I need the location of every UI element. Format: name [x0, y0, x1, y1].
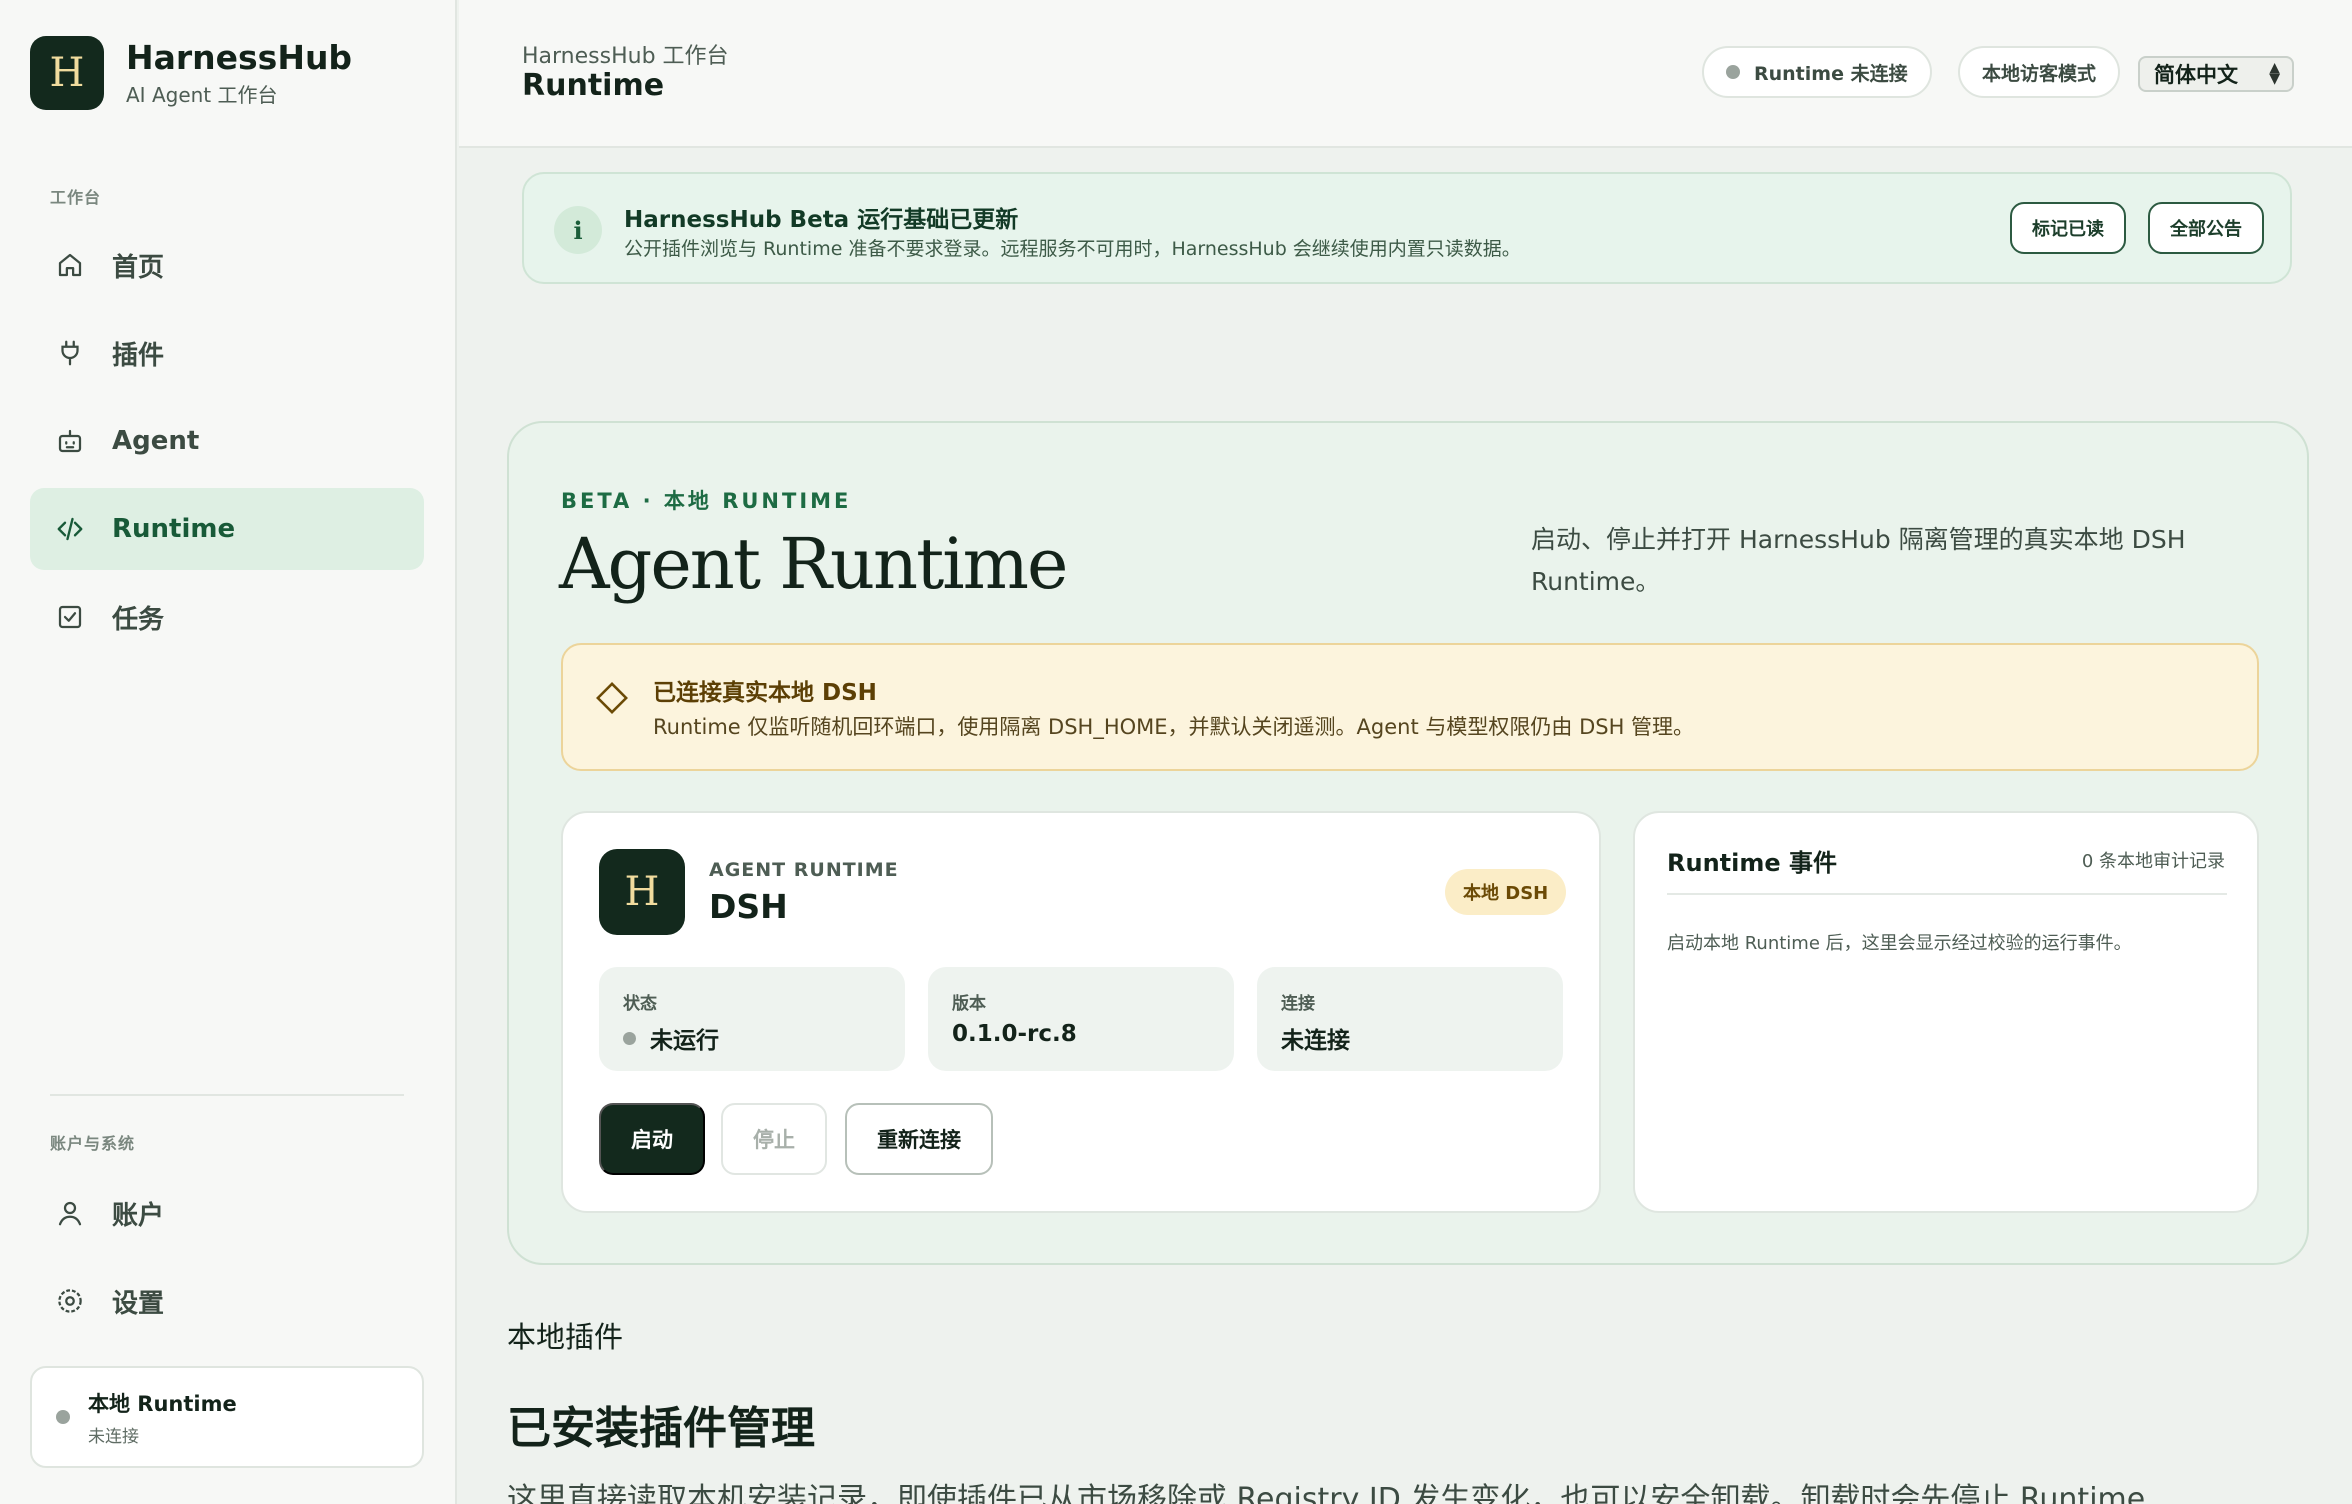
banner-title: HarnessHub Beta 运行基础已更新: [624, 207, 1019, 233]
sidebar-item-label: 设置: [112, 1288, 165, 1319]
plugins-eyebrow: 本地插件: [507, 1320, 624, 1354]
sidebar-item-home[interactable]: 首页: [30, 224, 424, 306]
runtime-title: Agent Runtime: [559, 523, 1068, 605]
brand[interactable]: H HarnessHub AI Agent 工作台: [30, 36, 352, 110]
section-label-workspace: 工作台: [50, 188, 102, 207]
notice-title: 已连接真实本地 DSH: [653, 680, 877, 706]
sidebar-item-runtime[interactable]: Runtime: [30, 488, 424, 570]
robot-icon: [54, 425, 86, 457]
language-value: 简体中文: [2154, 63, 2238, 87]
stat-version: 版本 0.1.0-rc.8: [928, 967, 1234, 1071]
stat-connection: 连接 未连接: [1257, 967, 1563, 1071]
plugins-body-text: 这里直接读取本机安装记录，即使插件已从市场移除或 Registry ID 发生变…: [507, 1482, 2146, 1504]
stat-label: 连接: [1281, 994, 1315, 1014]
plug-icon: [54, 337, 86, 369]
home-icon: [54, 249, 86, 281]
sidebar-item-label: 首页: [112, 252, 165, 283]
top-bar: HarnessHub 工作台 Runtime Runtime 未连接 本地访客模…: [459, 0, 2352, 148]
runtime-eyebrow: BETA · 本地 RUNTIME: [561, 489, 852, 513]
sidebar-item-label: 任务: [112, 604, 165, 635]
sidebar-item-label: Runtime: [112, 514, 236, 544]
all-notices-button[interactable]: 全部公告: [2148, 202, 2264, 254]
stat-value: 未连接: [1281, 1028, 1350, 1054]
runtime-panel: BETA · 本地 RUNTIME Agent Runtime 启动、停止并打开…: [507, 421, 2309, 1265]
plugins-title: 已安装插件管理: [507, 1403, 815, 1454]
sidebar-account-nav: 账户 设置: [30, 1172, 424, 1348]
sidebar-item-account[interactable]: 账户: [30, 1172, 424, 1254]
stat-value: 未运行: [650, 1028, 719, 1054]
stat-value: 0.1.0-rc.8: [952, 1021, 1077, 1047]
notice-body: Runtime 仅监听随机回环端口，使用隔离 DSH_HOME，并默认关闭遥测。…: [653, 715, 1695, 739]
guest-mode-label: 本地访客模式: [1982, 62, 2097, 85]
events-count: 0 条本地审计记录: [2081, 851, 2225, 872]
sidebar: H HarnessHub AI Agent 工作台 工作台 首页 插件 Agen…: [0, 0, 457, 1504]
stat-label: 版本: [952, 994, 986, 1014]
local-runtime-title: 本地 Runtime: [88, 1391, 237, 1416]
local-dsh-badge: 本地 DSH: [1445, 869, 1567, 915]
local-runtime-subtitle: 未连接: [88, 1426, 139, 1447]
brand-title: HarnessHub: [126, 37, 353, 77]
user-icon: [54, 1197, 86, 1229]
stop-button[interactable]: 停止: [721, 1103, 827, 1175]
status-dot: [56, 1410, 70, 1424]
info-icon: i: [554, 206, 602, 254]
mark-read-button[interactable]: 标记已读: [2010, 202, 2126, 254]
stat-status: 状态 未运行: [599, 967, 905, 1071]
breadcrumb: HarnessHub 工作台: [522, 44, 729, 69]
code-icon: [54, 513, 86, 545]
sidebar-item-settings[interactable]: 设置: [30, 1260, 424, 1342]
sidebar-nav: 首页 插件 Agent Runtime 任务: [30, 224, 424, 664]
diamond-icon: [596, 682, 628, 714]
events-empty-state: 启动本地 Runtime 后，这里会显示经过校验的运行事件。: [1667, 933, 2132, 954]
select-arrows-icon: ▲ ▼: [2269, 59, 2280, 87]
sidebar-item-tasks[interactable]: 任务: [30, 576, 424, 658]
events-title: Runtime 事件: [1667, 849, 1837, 877]
status-dot: [1726, 65, 1740, 79]
guest-mode-pill[interactable]: 本地访客模式: [1958, 46, 2121, 98]
gear-icon: [54, 1285, 86, 1317]
reconnect-button[interactable]: 重新连接: [845, 1103, 993, 1175]
dsh-logo: H: [599, 849, 685, 935]
plugins-body: 这里直接读取本机安装记录，即使插件已从市场移除或 Registry ID 发生变…: [507, 1482, 2307, 1504]
local-runtime-status[interactable]: 本地 Runtime 未连接: [30, 1366, 424, 1468]
sidebar-item-label: Agent: [112, 426, 200, 456]
status-dot: [623, 1031, 636, 1045]
dsh-name: DSH: [709, 887, 788, 926]
section-label-account: 账户与系统: [50, 1134, 136, 1153]
sidebar-item-label: 账户: [112, 1200, 165, 1231]
language-select[interactable]: 简体中文 ▲ ▼: [2138, 56, 2294, 92]
start-button[interactable]: 启动: [599, 1103, 705, 1175]
page-title: Runtime: [522, 68, 665, 103]
brand-logo: H: [30, 36, 104, 110]
events-divider: [1667, 893, 2227, 895]
sidebar-divider: [50, 1094, 404, 1096]
dsh-eyebrow: AGENT RUNTIME: [709, 859, 899, 881]
runtime-status-label: Runtime 未连接: [1754, 62, 1908, 85]
runtime-status-pill[interactable]: Runtime 未连接: [1702, 46, 1932, 98]
sidebar-item-plugins[interactable]: 插件: [30, 312, 424, 394]
stat-label: 状态: [623, 994, 657, 1014]
announcement-banner: i HarnessHub Beta 运行基础已更新 公开插件浏览与 Runtim…: [522, 172, 2292, 284]
sidebar-item-label: 插件: [112, 340, 165, 371]
runtime-events-card: Runtime 事件 0 条本地审计记录 启动本地 Runtime 后，这里会显…: [1633, 811, 2259, 1213]
sidebar-item-agent[interactable]: Agent: [30, 400, 424, 482]
dsh-runtime-card: H AGENT RUNTIME DSH 本地 DSH 状态 未运行 版本 0.1…: [561, 811, 1601, 1213]
brand-subtitle: AI Agent 工作台: [126, 83, 278, 108]
runtime-description: 启动、停止并打开 HarnessHub 隔离管理的真实本地 DSH Runtim…: [1531, 525, 2186, 596]
checkbox-icon: [54, 601, 86, 633]
banner-body: 公开插件浏览与 Runtime 准备不要求登录。远程服务不可用时，Harness…: [624, 238, 1521, 260]
connection-notice: 已连接真实本地 DSH Runtime 仅监听随机回环端口，使用隔离 DSH_H…: [561, 643, 2259, 771]
